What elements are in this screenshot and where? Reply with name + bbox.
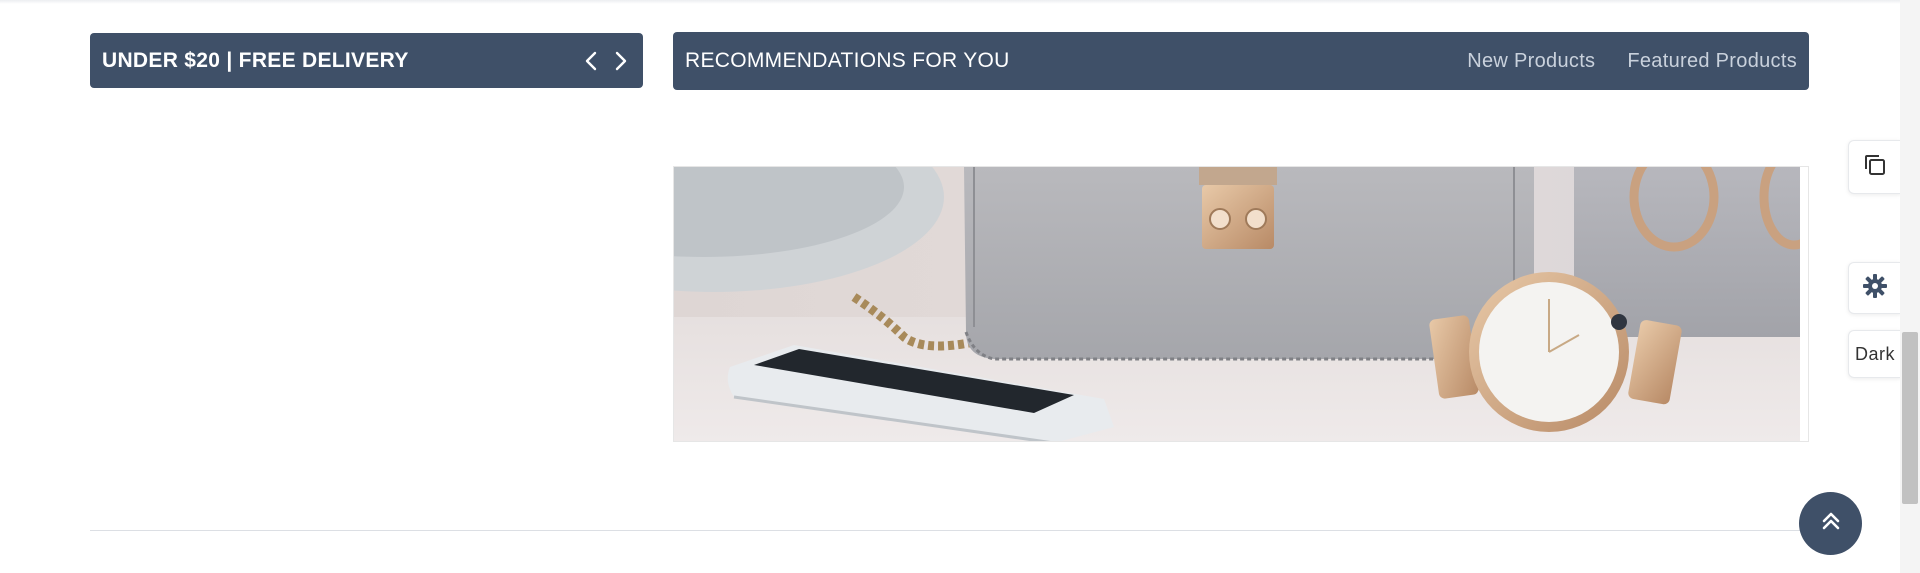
- recommendations-header: RECOMMENDATIONS FOR YOU New Products Fea…: [673, 32, 1809, 90]
- top-shadow: [0, 0, 1900, 4]
- deals-title: UNDER $20 | FREE DELIVERY: [102, 48, 409, 72]
- copy-icon: [1862, 152, 1888, 183]
- settings-button[interactable]: [1848, 262, 1901, 314]
- promo-banner-image[interactable]: [673, 166, 1809, 442]
- back-to-top-button[interactable]: [1799, 492, 1862, 555]
- chevron-right-icon[interactable]: [613, 50, 629, 72]
- deals-arrows: [583, 50, 629, 72]
- page: UNDER $20 | FREE DELIVERY RECOMMENDATION…: [0, 0, 1920, 573]
- deals-header: UNDER $20 | FREE DELIVERY: [90, 33, 643, 88]
- recommendations-title: RECOMMENDATIONS FOR YOU: [685, 49, 1010, 72]
- chevron-left-icon[interactable]: [583, 50, 599, 72]
- scrollbar-thumb[interactable]: [1902, 332, 1918, 504]
- gear-icon: [1862, 273, 1888, 304]
- copy-button[interactable]: [1848, 140, 1901, 194]
- section-divider: [90, 530, 1810, 531]
- tab-new-products[interactable]: New Products: [1467, 50, 1595, 73]
- dark-mode-toggle[interactable]: Dark: [1848, 330, 1901, 378]
- tab-featured-products[interactable]: Featured Products: [1627, 50, 1797, 73]
- double-chevron-up-icon: [1820, 510, 1842, 537]
- recommendations-tabs: New Products Featured Products: [1467, 50, 1797, 73]
